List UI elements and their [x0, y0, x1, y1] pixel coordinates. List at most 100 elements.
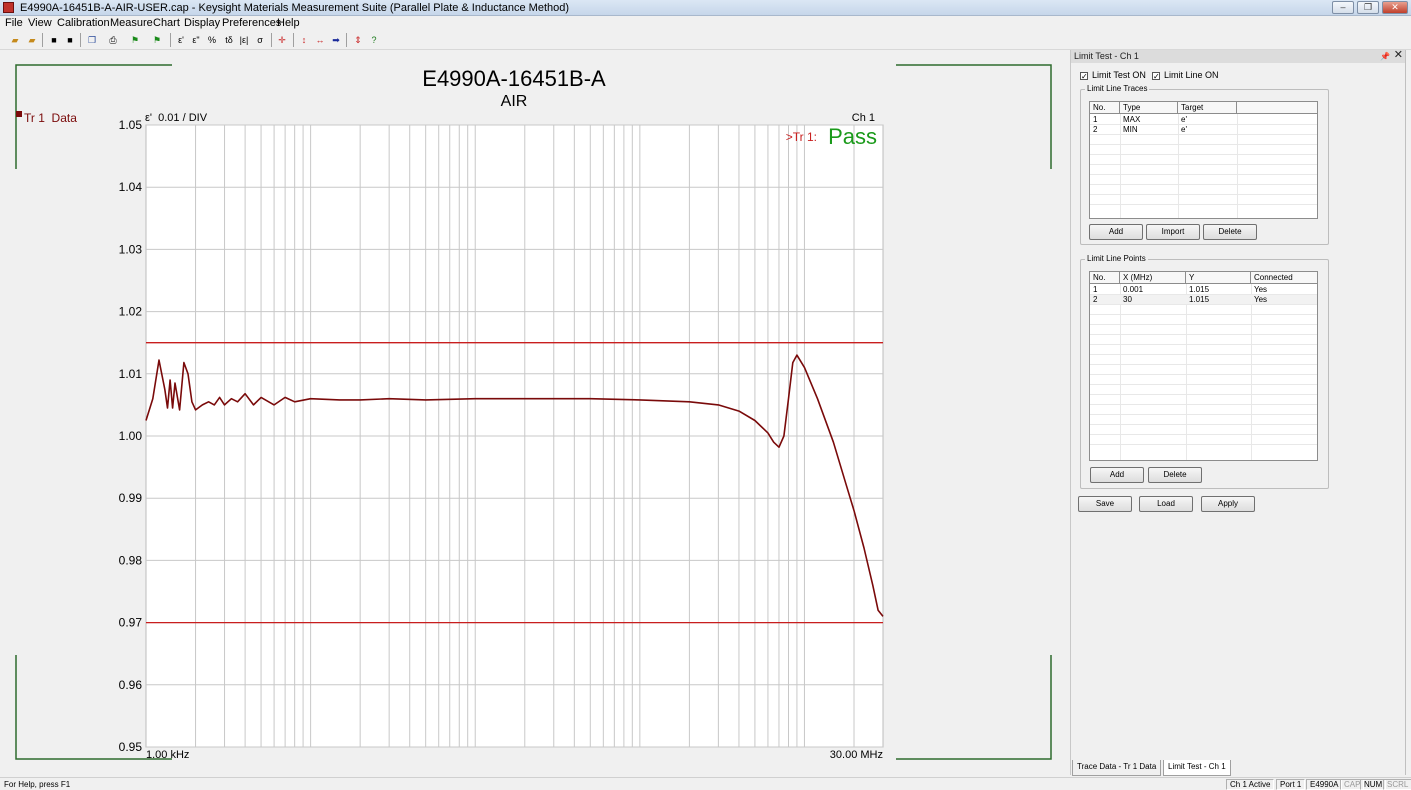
e-double-prime-icon[interactable]: ε"	[189, 33, 203, 47]
status-instrument: E4990A	[1306, 779, 1343, 790]
table-row-empty	[1090, 325, 1317, 335]
y-tick-label: 1.01	[119, 367, 143, 381]
copy-icon[interactable]: ❐	[85, 33, 99, 47]
trace-label[interactable]: Tr 1 Data	[24, 111, 77, 125]
limit-line-points-group: Limit Line Points No. X (MHz) Y Connecte…	[1080, 254, 1329, 489]
status-help-text: For Help, press F1	[4, 780, 71, 789]
table-row-empty	[1090, 335, 1317, 345]
menu-calibration[interactable]: Calibration	[57, 17, 110, 29]
arrow-right-icon[interactable]: ➡	[329, 33, 343, 47]
table-header: No. X (MHz) Y Connected	[1090, 272, 1317, 284]
y-tick-label: 0.98	[119, 553, 143, 567]
y-tick-labels: 1.05 1.04 1.03 1.02 1.01 1.00 0.99 0.98 0.97 0.96…	[119, 118, 143, 754]
abs-e-icon[interactable]: |ε|	[237, 33, 251, 47]
tan-delta-icon[interactable]: tδ	[222, 33, 236, 47]
column-header[interactable]: Connected	[1251, 272, 1319, 284]
panel-close-icon[interactable]: ✕	[1394, 49, 1403, 62]
menu-measure[interactable]: Measure	[110, 17, 153, 29]
column-header[interactable]: X (MHz)	[1120, 272, 1186, 284]
open-folder-icon[interactable]: ▰	[25, 33, 39, 47]
toolbar-separator	[80, 33, 81, 47]
table-row[interactable]: 1 0.001 1.015 Yes	[1090, 285, 1317, 295]
y-tick-label: 1.05	[119, 118, 143, 132]
points-delete-button[interactable]: Delete	[1148, 467, 1202, 483]
toolbar-separator	[271, 33, 272, 47]
checkmark-icon: ✓	[1080, 72, 1088, 81]
table-row-empty	[1090, 155, 1317, 165]
load-limits-button[interactable]: Load	[1139, 496, 1193, 512]
y-tick-label: 0.95	[119, 740, 143, 754]
table-row-empty	[1090, 375, 1317, 385]
menu-chart[interactable]: Chart	[153, 17, 180, 29]
table-header: No. Type Target	[1090, 102, 1317, 114]
limit-test-panel: Limit Test - Ch 1 📌 ✕ ✓ Limit Test ON ✓ Li…	[1070, 49, 1406, 775]
chart-title: E4990A-16451B-A	[422, 66, 606, 91]
tab-trace-data[interactable]: Trace Data - Tr 1 Data	[1072, 760, 1162, 776]
table-row-empty	[1090, 395, 1317, 405]
column-header[interactable]: Type	[1120, 102, 1178, 114]
traces-table[interactable]: No. Type Target 1 MAX e' 2 MIN e'	[1089, 101, 1318, 219]
flag-green-icon[interactable]: ⚑	[128, 33, 142, 47]
chart-svg[interactable]: 1.05 1.04 1.03 1.02 1.01 1.00 0.99 0.98 0.97 0.96…	[0, 50, 1067, 775]
app-icon	[3, 2, 14, 13]
print-icon[interactable]: ⎙	[106, 33, 120, 47]
table-row[interactable]: 1 MAX e'	[1090, 115, 1317, 125]
menu-view[interactable]: View	[28, 17, 52, 29]
limit-result-prefix: >Tr 1:	[786, 130, 817, 144]
channel-label: Ch 1	[852, 112, 875, 124]
toolbar-separator	[42, 33, 43, 47]
table-row-empty	[1090, 305, 1317, 315]
tab-limit-test[interactable]: Limit Test - Ch 1	[1163, 760, 1231, 776]
save-as-icon[interactable]: ■	[63, 33, 77, 47]
menu-help[interactable]: Help	[277, 17, 300, 29]
column-header[interactable]: No.	[1090, 272, 1120, 284]
menu-file[interactable]: File	[5, 17, 23, 29]
save-icon[interactable]: ■	[47, 33, 61, 47]
table-row[interactable]: 2 30 1.015 Yes	[1090, 295, 1317, 305]
sigma-icon[interactable]: σ	[253, 33, 267, 47]
apply-button[interactable]: Apply	[1201, 496, 1255, 512]
traces-import-button[interactable]: Import	[1146, 224, 1200, 240]
y-tick-label: 1.00	[119, 429, 143, 443]
table-row-empty	[1090, 345, 1317, 355]
table-row-empty	[1090, 165, 1317, 175]
table-row-empty	[1090, 425, 1317, 435]
limit-icon[interactable]: ⇕	[351, 33, 365, 47]
limit-test-on-checkbox[interactable]: ✓ Limit Test ON	[1080, 70, 1146, 81]
toolbar-separator	[293, 33, 294, 47]
minimize-button[interactable]: –	[1332, 1, 1354, 14]
column-header[interactable]: No.	[1090, 102, 1120, 114]
chart-grid	[145, 124, 884, 748]
table-row-empty	[1090, 355, 1317, 365]
limit-line-on-checkbox[interactable]: ✓ Limit Line ON	[1152, 70, 1219, 81]
arrow-vertical-icon[interactable]: ↕	[297, 33, 311, 47]
menu-preferences[interactable]: Preferences	[222, 17, 281, 29]
status-channel: Ch 1 Active	[1226, 779, 1275, 790]
traces-delete-button[interactable]: Delete	[1203, 224, 1257, 240]
e-prime-icon[interactable]: ε'	[174, 33, 188, 47]
arrow-horizontal-icon[interactable]: ↔	[313, 33, 327, 47]
help-icon[interactable]: ?	[367, 33, 381, 47]
traces-add-button[interactable]: Add	[1089, 224, 1143, 240]
points-add-button[interactable]: Add	[1090, 467, 1144, 483]
open-icon[interactable]: ▰	[8, 33, 22, 47]
points-table[interactable]: No. X (MHz) Y Connected 1 0.001 1.015 Ye…	[1089, 271, 1318, 461]
menu-display[interactable]: Display	[184, 17, 220, 29]
percent-icon[interactable]: %	[205, 33, 219, 47]
table-row-empty	[1090, 135, 1317, 145]
marker-icon[interactable]: ✛	[275, 33, 289, 47]
flag-red-icon[interactable]: ⚑	[150, 33, 164, 47]
column-header[interactable]: Y	[1186, 272, 1251, 284]
close-button[interactable]: ✕	[1382, 1, 1408, 14]
restore-button[interactable]: ❐	[1357, 1, 1379, 14]
save-limits-button[interactable]: Save	[1078, 496, 1132, 512]
frame-corner	[896, 655, 1052, 760]
table-row-empty	[1090, 435, 1317, 445]
status-bar: For Help, press F1 Ch 1 Active Port 1 E4…	[0, 777, 1411, 790]
column-header[interactable]: Target	[1178, 102, 1237, 114]
table-row[interactable]: 2 MIN e'	[1090, 125, 1317, 135]
pin-icon[interactable]: 📌	[1380, 50, 1390, 63]
table-row-empty	[1090, 175, 1317, 185]
column-header[interactable]	[1237, 102, 1319, 114]
panel-header: Limit Test - Ch 1 📌 ✕	[1071, 49, 1406, 63]
